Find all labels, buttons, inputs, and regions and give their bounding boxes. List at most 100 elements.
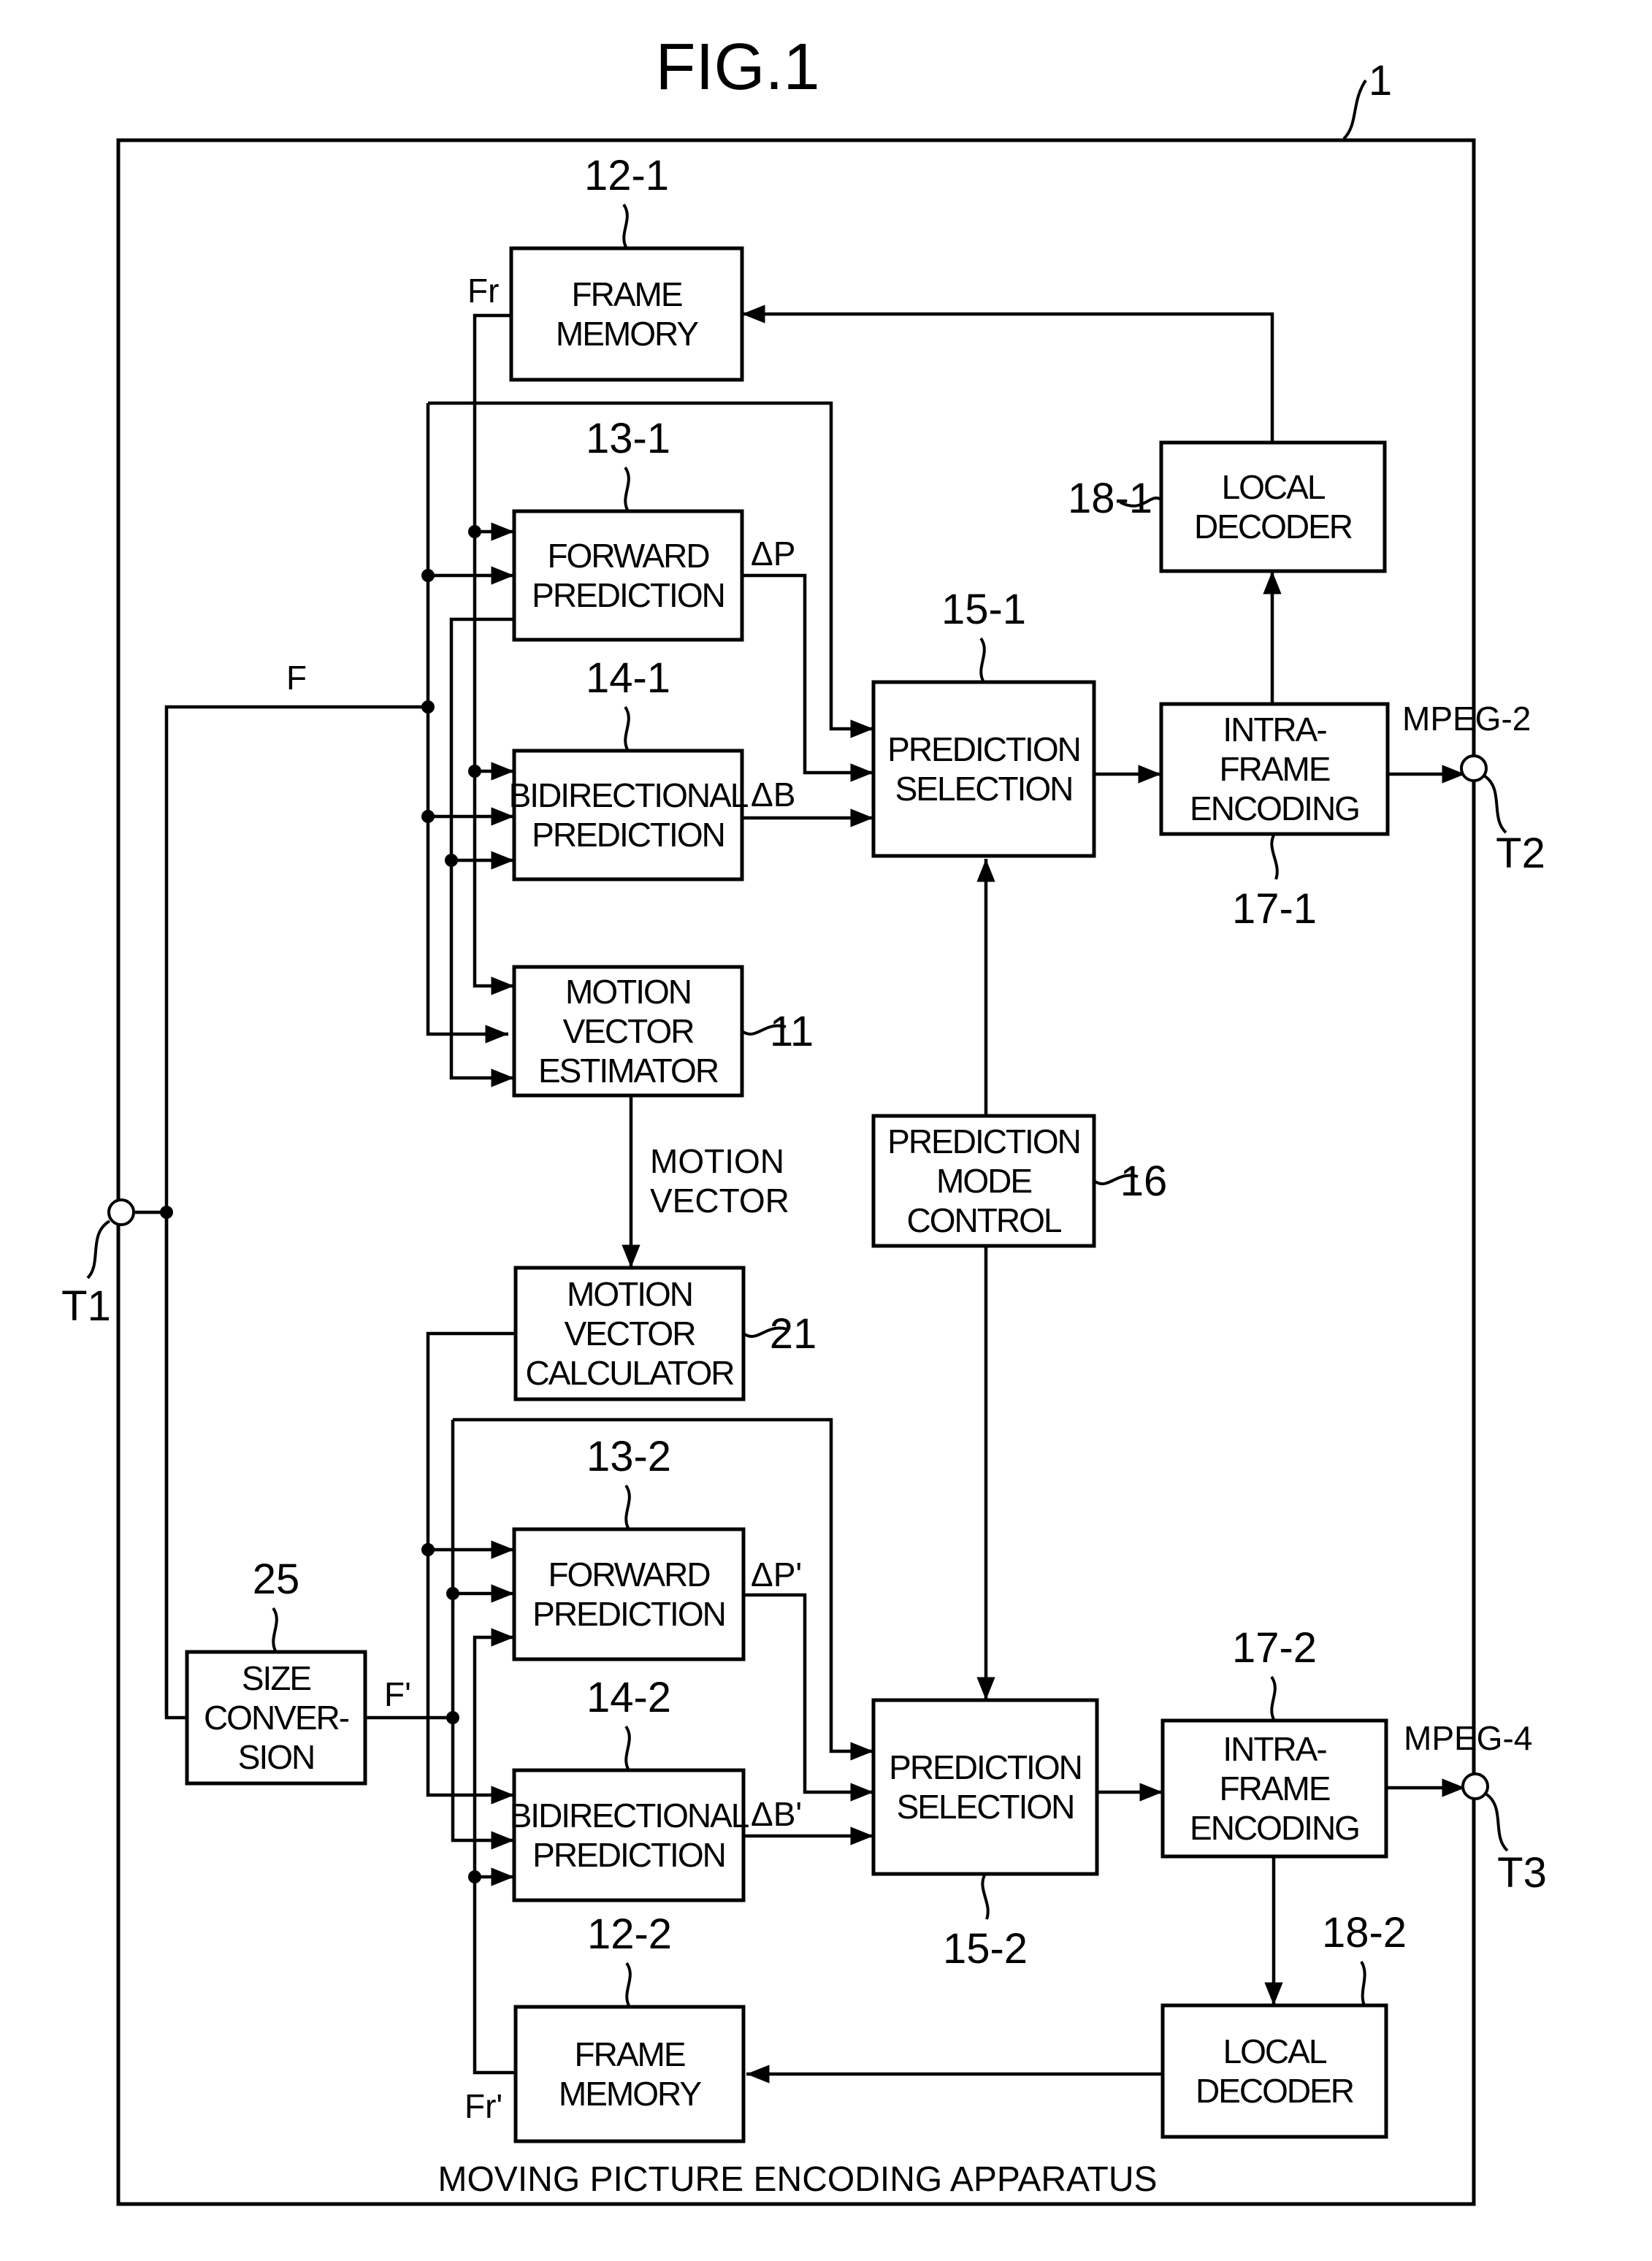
motion-vector-calculator-ref: 21 <box>770 1310 817 1358</box>
motion-vector-calculator-label: MOTION <box>567 1275 692 1313</box>
prediction-selection-1-label: SELECTION <box>895 770 1073 808</box>
prediction-selection-2-box <box>871 1698 1099 1876</box>
blocks: FRAMEMEMORY12-1FORWARDPREDICTION13-1BIDI… <box>185 152 1407 2143</box>
prediction-selection-1-block: PREDICTIONSELECTION 15-1 <box>871 586 1096 858</box>
prediction-mode-control-label: CONTROL <box>907 1201 1062 1239</box>
intra-frame-encoding-2-ref: 17-2 <box>1232 1624 1317 1672</box>
bidirectional-prediction-1-label: BIDIRECTIONAL <box>509 776 749 814</box>
t3-leader <box>1484 1792 1509 1852</box>
block-diagram: FIG.1 1 MOVING PICTURE ENCODING APPARATU… <box>61 31 1547 2206</box>
forward-prediction-1-ref: 13-1 <box>586 415 670 462</box>
prediction-selection-2-label: SELECTION <box>897 1788 1074 1826</box>
size-conversion-ref-leader <box>272 1607 278 1653</box>
frame-memory-1-label: FRAME <box>572 275 682 313</box>
apparatus-caption: MOVING PICTURE ENCODING APPARATUS <box>437 2160 1157 2199</box>
prediction-mode-control-block: PREDICTIONMODECONTROL 16 <box>871 1114 1167 1248</box>
local-decoder-2-label: DECODER <box>1196 2072 1354 2110</box>
bidirectional-prediction-2-ref: 14-2 <box>586 1674 671 1721</box>
motion-vector-estimator-label: ESTIMATOR <box>538 1052 719 1090</box>
forward-prediction-2-ref: 13-2 <box>586 1433 671 1480</box>
figure-title: FIG.1 <box>655 31 819 104</box>
motion-vector-estimator-label: VECTOR <box>563 1012 695 1050</box>
size-conversion-ref: 25 <box>253 1556 300 1603</box>
prediction-mode-control-label: PREDICTION <box>887 1122 1080 1160</box>
local-decoder-1-label: LOCAL <box>1222 468 1326 506</box>
frame-memory-2-block: FRAMEMEMORY 12-2 <box>513 1910 746 2143</box>
bidirectional-prediction-2-box <box>512 1768 746 1902</box>
forward-prediction-2-box <box>512 1527 746 1661</box>
frame-memory-1-block: FRAMEMEMORY 12-1 <box>509 152 744 382</box>
local-decoder-2-ref: 18-2 <box>1322 1909 1407 1956</box>
signal-f-prime: F' <box>384 1675 411 1713</box>
mpeg2-label: MPEG-2 <box>1402 700 1531 738</box>
local-decoder-1-label: DECODER <box>1194 508 1353 546</box>
prediction-selection-2-block: PREDICTIONSELECTION 15-2 <box>871 1698 1099 1973</box>
forward-prediction-1-label: PREDICTION <box>532 576 724 614</box>
signal-delta-p: ΔP <box>751 535 795 573</box>
signal-delta-b-prime: ΔB' <box>751 1795 802 1833</box>
signal-fr: Fr <box>467 272 499 310</box>
intra-frame-encoding-2-label: ENCODING <box>1190 1809 1359 1847</box>
forward-prediction-2-ref-leader <box>624 1484 631 1531</box>
apparatus-ref-leader <box>1342 79 1367 140</box>
frame-memory-1-box <box>509 246 744 382</box>
terminal-t2 <box>1460 754 1488 782</box>
frame-memory-2-label: MEMORY <box>559 2075 701 2113</box>
size-conversion-label: SION <box>238 1738 314 1776</box>
bidirectional-prediction-2-label: PREDICTION <box>532 1836 725 1874</box>
motion-vector-estimator-label: MOTION <box>565 973 691 1011</box>
forward-prediction-2-label: PREDICTION <box>532 1595 725 1633</box>
frame-memory-1-ref-leader <box>622 203 629 250</box>
bidirectional-prediction-2-ref-leader <box>624 1725 631 1772</box>
forward-prediction-1-ref-leader <box>624 466 630 513</box>
bidirectional-prediction-1-box <box>512 749 744 881</box>
size-conversion-block: SIZECONVER-SION 25 <box>185 1556 367 1786</box>
motion-vector-label-1: MOTION <box>650 1142 784 1180</box>
prediction-selection-1-ref: 15-1 <box>941 586 1026 633</box>
t1-leader <box>86 1220 111 1279</box>
intra-frame-encoding-2-label: INTRA- <box>1223 1730 1326 1768</box>
local-decoder-2-label: LOCAL <box>1223 2032 1327 2070</box>
motion-vector-calculator-label: CALCULATOR <box>525 1354 734 1392</box>
intra-frame-encoding-2-ref-leader <box>1270 1675 1277 1722</box>
bidirectional-prediction-2-block: BIDIRECTIONALPREDICTION 14-2 <box>510 1674 751 1902</box>
motion-vector-estimator-block: MOTIONVECTORESTIMATOR 11 <box>512 965 814 1098</box>
prediction-selection-1-ref-leader <box>979 637 986 684</box>
t2-leader <box>1483 774 1507 834</box>
apparatus-ref: 1 <box>1369 57 1392 104</box>
local-decoder-2-ref-leader <box>1360 1960 1366 2006</box>
local-decoder-1-box <box>1159 440 1387 573</box>
intra-frame-encoding-1-block: INTRA-FRAMEENCODING 17-1 <box>1159 702 1390 933</box>
local-decoder-1-block: LOCALDECODER 18-1 <box>1068 440 1387 573</box>
prediction-selection-1-box <box>871 680 1096 858</box>
intra-frame-encoding-1-ref: 17-1 <box>1232 885 1317 933</box>
intra-frame-encoding-1-label: ENCODING <box>1190 789 1359 827</box>
frame-memory-2-label: FRAME <box>575 2035 685 2073</box>
forward-prediction-2-label: FORWARD <box>548 1556 710 1594</box>
prediction-selection-1-label: PREDICTION <box>887 730 1080 768</box>
motion-vector-label-2: VECTOR <box>650 1182 789 1220</box>
intra-frame-encoding-1-label: FRAME <box>1220 750 1330 788</box>
frame-memory-1-label: MEMORY <box>556 315 698 353</box>
bidirectional-prediction-1-ref-leader <box>624 705 630 752</box>
frame-memory-2-box <box>513 2005 746 2143</box>
terminal-t1-label: T1 <box>61 1282 111 1330</box>
local-decoder-1-ref: 18-1 <box>1068 475 1152 522</box>
signal-f: F <box>286 659 307 697</box>
frame-memory-1-ref: 12-1 <box>584 152 669 199</box>
forward-prediction-1-label: FORWARD <box>547 537 709 575</box>
signal-fr-prime: Fr' <box>464 2087 502 2125</box>
motion-vector-estimator-ref: 11 <box>770 1008 814 1055</box>
prediction-selection-2-ref: 15-2 <box>943 1925 1028 1973</box>
local-decoder-2-block: LOCALDECODER 18-2 <box>1160 1909 1407 2139</box>
size-conversion-label: SIZE <box>242 1659 311 1697</box>
frame-memory-2-ref: 12-2 <box>587 1910 672 1958</box>
terminal-t2-label: T2 <box>1496 830 1545 877</box>
bidirectional-prediction-1-label: PREDICTION <box>532 816 724 854</box>
forward-prediction-1-block: FORWARDPREDICTION 13-1 <box>512 415 744 642</box>
intra-frame-encoding-2-label: FRAME <box>1220 1770 1330 1807</box>
terminal-t1 <box>107 1198 135 1226</box>
prediction-selection-2-ref-leader <box>981 1872 990 1920</box>
forward-prediction-1-box <box>512 509 744 642</box>
terminal-t3 <box>1461 1772 1489 1800</box>
